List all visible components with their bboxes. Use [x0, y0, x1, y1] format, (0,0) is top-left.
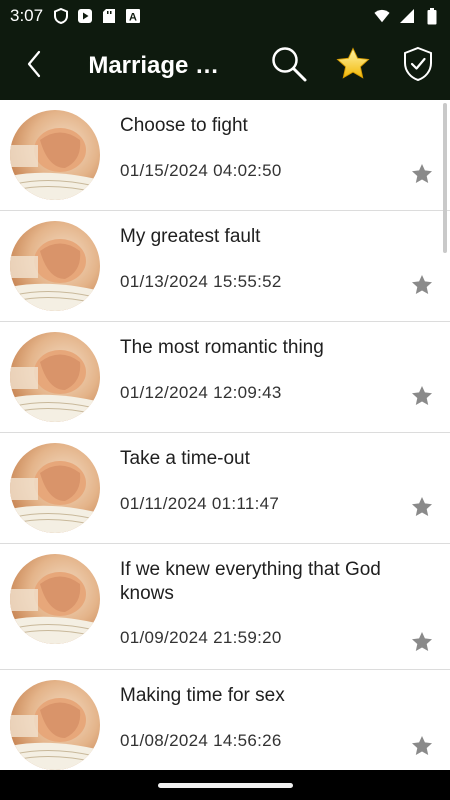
star-icon[interactable]: [410, 630, 434, 654]
wifi-icon: [374, 8, 390, 24]
svg-text:A: A: [129, 12, 137, 24]
system-nav-bar: [0, 770, 450, 800]
item-thumbnail: [10, 554, 100, 644]
star-icon[interactable]: [410, 495, 434, 519]
star-icon[interactable]: [410, 734, 434, 758]
list-item[interactable]: The most romantic thing 01/12/2024 12:09…: [0, 322, 450, 433]
sd-card-icon: [101, 8, 117, 24]
article-list[interactable]: Choose to fight 01/15/2024 04:02:50 My g…: [0, 100, 450, 770]
item-date: 01/12/2024 12:09:43: [120, 383, 282, 402]
notification-icons: A: [53, 8, 141, 24]
system-icons: [374, 7, 440, 24]
play-store-icon: [77, 8, 93, 24]
favorites-button[interactable]: [321, 32, 385, 100]
star-icon[interactable]: [410, 162, 434, 186]
item-title: Making time for sex: [120, 685, 285, 706]
item-date: 01/15/2024 04:02:50: [120, 161, 282, 180]
list-item[interactable]: Making time for sex 01/08/2024 14:56:26: [0, 670, 450, 770]
status-time: 3:07: [10, 6, 44, 25]
star-icon[interactable]: [410, 384, 434, 408]
page-title: Marriage D…: [88, 52, 235, 79]
item-title: If we knew everything that God knows: [120, 559, 381, 604]
home-gesture-handle[interactable]: [158, 783, 293, 788]
star-icon: [335, 46, 371, 86]
star-icon[interactable]: [410, 273, 434, 297]
search-button[interactable]: [257, 32, 321, 100]
item-thumbnail: [10, 332, 100, 422]
app-bar: Marriage D…: [0, 32, 450, 100]
scrollbar[interactable]: [443, 103, 447, 253]
list-item[interactable]: My greatest fault 01/13/2024 15:55:52: [0, 211, 450, 322]
verified-shield-icon: [402, 46, 434, 87]
item-thumbnail: [10, 221, 100, 311]
list-item[interactable]: If we knew everything that God knows 01/…: [0, 544, 450, 670]
back-button[interactable]: [0, 32, 68, 100]
item-thumbnail: [10, 110, 100, 200]
item-date: 01/09/2024 21:59:20: [120, 628, 282, 647]
status-bar: 3:07 A: [0, 0, 450, 32]
item-title: My greatest fault: [120, 226, 261, 247]
item-title: Choose to fight: [120, 115, 248, 136]
chevron-left-icon: [26, 50, 42, 83]
list-item[interactable]: Take a time-out 01/11/2024 01:11:47: [0, 433, 450, 544]
list-item[interactable]: Choose to fight 01/15/2024 04:02:50: [0, 100, 450, 211]
item-date: 01/13/2024 15:55:52: [120, 272, 282, 291]
item-thumbnail: [10, 443, 100, 533]
item-date: 01/11/2024 01:11:47: [120, 494, 280, 513]
item-date: 01/08/2024 14:56:26: [120, 731, 282, 750]
item-title: The most romantic thing: [120, 337, 324, 358]
verified-button[interactable]: [386, 32, 450, 100]
item-thumbnail: [10, 680, 100, 770]
text-a-icon: A: [125, 8, 141, 24]
search-icon: [270, 45, 308, 88]
battery-icon: [424, 7, 440, 24]
item-title: Take a time-out: [120, 448, 250, 469]
signal-icon: [399, 8, 415, 24]
shield-icon: [53, 8, 69, 24]
